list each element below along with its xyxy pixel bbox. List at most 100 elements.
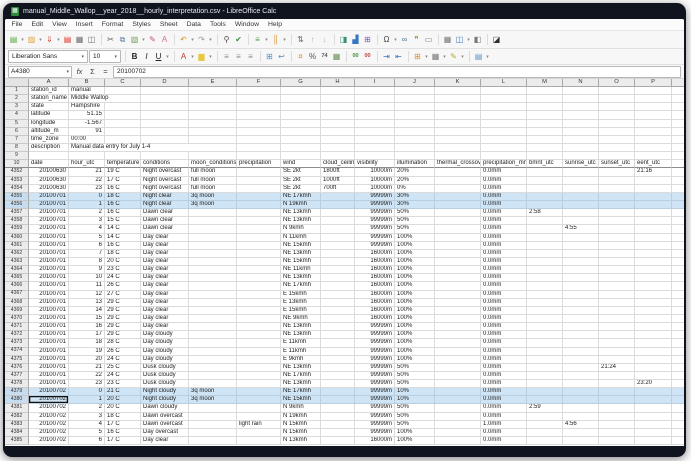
cell[interactable]: 0 — [69, 193, 105, 201]
cell[interactable] — [672, 258, 684, 266]
column-header-l[interactable]: L — [481, 79, 527, 87]
save-icon[interactable]: ⇓ — [44, 34, 55, 45]
row-header[interactable]: 4383 — [5, 421, 29, 429]
cell[interactable] — [189, 299, 237, 307]
cell[interactable] — [237, 413, 281, 421]
cell[interactable] — [672, 274, 684, 282]
bold-icon[interactable]: B — [129, 51, 140, 62]
cell[interactable]: 20100701 — [29, 372, 69, 380]
cell[interactable] — [563, 152, 599, 160]
cell[interactable]: 4:56 — [563, 421, 599, 429]
cell[interactable] — [237, 168, 281, 176]
cell[interactable]: E 15kmh — [281, 307, 321, 315]
cell[interactable] — [563, 250, 599, 258]
cell[interactable] — [672, 225, 684, 233]
column-header-i[interactable]: I — [355, 79, 395, 87]
cell[interactable]: 16000m — [355, 307, 395, 315]
cell[interactable]: 100% — [395, 258, 435, 266]
format-number-icon[interactable]: 74 — [319, 51, 330, 62]
cell[interactable] — [321, 323, 355, 331]
cell[interactable]: 20100701 — [29, 331, 69, 339]
cell[interactable] — [435, 372, 481, 380]
cell[interactable] — [189, 152, 237, 160]
cell[interactable] — [237, 185, 281, 193]
cell[interactable]: 1000ft — [321, 177, 355, 185]
row-header[interactable]: 4381 — [5, 404, 29, 412]
cell[interactable] — [435, 437, 481, 445]
cell[interactable] — [321, 421, 355, 429]
cell[interactable]: 19 C — [105, 168, 141, 176]
cell[interactable]: 0.0mm — [481, 437, 527, 445]
cell[interactable]: station_id — [29, 87, 69, 95]
cell[interactable] — [69, 152, 105, 160]
cell[interactable]: 99999m — [355, 331, 395, 339]
cell[interactable] — [635, 242, 672, 250]
cell[interactable]: 18 C — [105, 413, 141, 421]
cell[interactable]: 100% — [395, 339, 435, 347]
cell[interactable]: Dawn clear — [141, 225, 189, 233]
undo-icon[interactable]: ↶ — [178, 34, 189, 45]
cell[interactable]: Day clear — [141, 258, 189, 266]
formula-input[interactable]: 20100702 — [113, 66, 681, 78]
menu-data[interactable]: Data — [182, 20, 205, 30]
print-icon[interactable]: ▦ — [74, 34, 85, 45]
cell[interactable] — [237, 144, 281, 152]
cell[interactable] — [237, 217, 281, 225]
cell[interactable] — [435, 201, 481, 209]
dropdown-icon[interactable]: ▾ — [38, 37, 43, 43]
cell[interactable] — [599, 323, 635, 331]
cell[interactable]: moon_conditions — [189, 160, 237, 168]
cell[interactable]: Day clear — [141, 323, 189, 331]
cell[interactable]: 100% — [395, 250, 435, 258]
pivot-table-icon[interactable]: ⊞ — [362, 34, 373, 45]
cell[interactable]: sunset_utc — [599, 160, 635, 168]
cell[interactable]: Day cloudy — [141, 339, 189, 347]
cell[interactable] — [599, 242, 635, 250]
split-window-icon[interactable]: ◧ — [472, 34, 483, 45]
cell[interactable]: NE 13kmh — [281, 364, 321, 372]
cell[interactable]: 22 — [69, 372, 105, 380]
cell[interactable] — [635, 364, 672, 372]
cell[interactable] — [105, 87, 141, 95]
cell[interactable] — [355, 128, 395, 136]
cell[interactable]: 20100701 — [29, 380, 69, 388]
cell[interactable] — [672, 348, 684, 356]
cell[interactable]: 5 — [69, 234, 105, 242]
cell[interactable] — [599, 413, 635, 421]
column-header-k[interactable]: K — [435, 79, 481, 87]
cell[interactable] — [599, 95, 635, 103]
paste-icon[interactable]: ▧ — [129, 34, 140, 45]
dropdown-icon[interactable]: ▾ — [56, 37, 61, 43]
cell[interactable]: Hampshire — [69, 103, 105, 111]
cell[interactable] — [599, 299, 635, 307]
cell[interactable]: 20100630 — [29, 177, 69, 185]
cell[interactable] — [527, 388, 563, 396]
cell[interactable] — [435, 396, 481, 404]
cell[interactable] — [237, 364, 281, 372]
cell[interactable] — [435, 225, 481, 233]
cell[interactable]: 50% — [395, 421, 435, 429]
row-header[interactable]: 9 — [5, 152, 29, 160]
cell[interactable]: Day clear — [141, 307, 189, 315]
cell[interactable] — [237, 193, 281, 201]
cell[interactable] — [237, 404, 281, 412]
cell[interactable]: 1.0mm — [481, 421, 527, 429]
cell[interactable]: 0.0mm — [481, 413, 527, 421]
cell[interactable]: 00:00 — [69, 136, 105, 144]
cell[interactable] — [141, 136, 189, 144]
cell[interactable] — [435, 177, 481, 185]
cell[interactable] — [599, 429, 635, 437]
cell[interactable] — [189, 242, 237, 250]
cell[interactable]: 0.0mm — [481, 209, 527, 217]
cell[interactable] — [672, 356, 684, 364]
cell[interactable] — [599, 331, 635, 339]
cell[interactable] — [435, 87, 481, 95]
cell[interactable]: wind — [281, 160, 321, 168]
cell[interactable] — [237, 380, 281, 388]
cell[interactable]: Day clear — [141, 437, 189, 445]
cell[interactable]: 20100701 — [29, 282, 69, 290]
cell[interactable] — [672, 339, 684, 347]
cell[interactable]: 0.0mm — [481, 372, 527, 380]
cell[interactable]: 0.0mm — [481, 348, 527, 356]
cell[interactable] — [672, 291, 684, 299]
